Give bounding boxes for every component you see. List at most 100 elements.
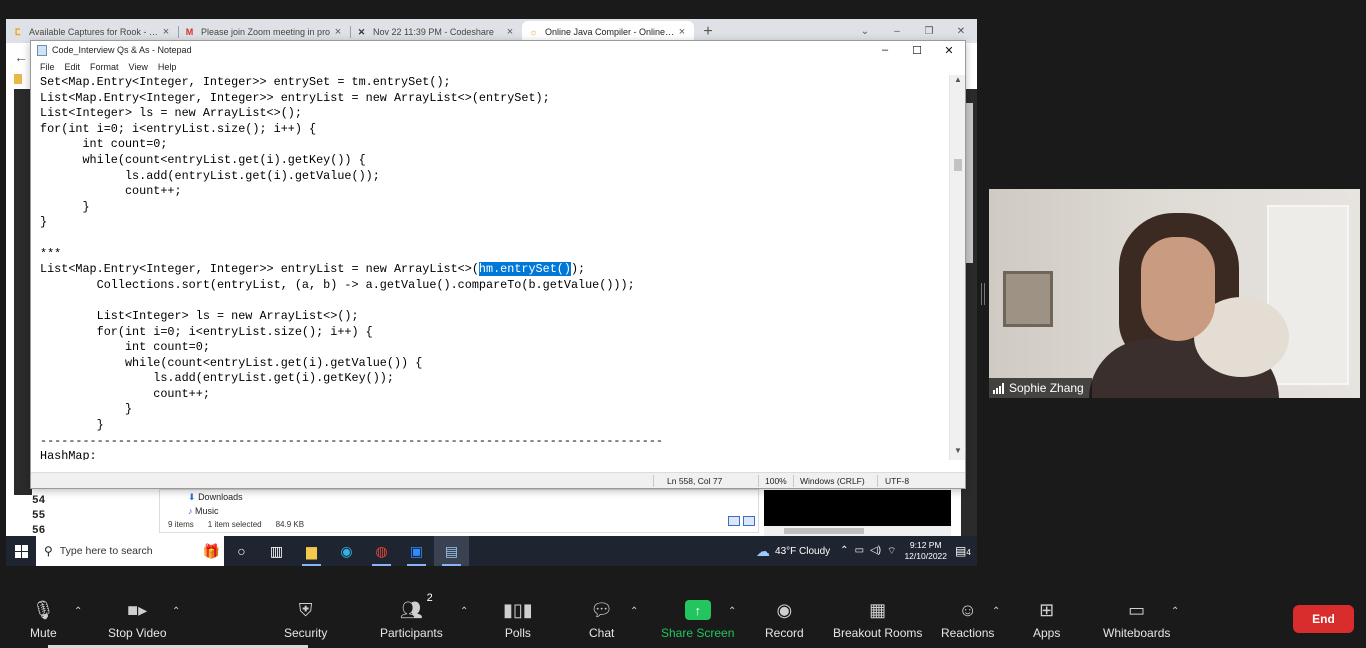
whiteboards-button[interactable]: ▭ Whiteboards [1103, 598, 1170, 644]
close-icon[interactable]: × [160, 26, 172, 38]
scroll-down-icon[interactable]: ▼ [950, 446, 966, 460]
zoom-app-icon[interactable]: ▣ [399, 536, 434, 566]
close-icon[interactable]: × [332, 26, 344, 38]
edge-icon[interactable]: ◉ [329, 536, 364, 566]
code-line: List<Integer> ls = new ArrayList<>(); [40, 106, 302, 121]
breakout-rooms-button[interactable]: ▦ Breakout Rooms [833, 598, 922, 644]
mute-button[interactable]: 🎙︎ Mute [30, 598, 57, 644]
system-tray: ☁ 43°F Cloudy ⌃ ▭ ◁) ⌔ 9:12 PM 12/10/202… [756, 536, 977, 566]
taskbar-clock[interactable]: 9:12 PM 12/10/2022 [904, 540, 947, 562]
leetcode-icon: ⵎ [14, 26, 21, 37]
polls-button[interactable]: ▮▯▮ Polls [503, 598, 533, 644]
notepad-text-area[interactable]: Set<Map.Entry<Integer, Integer>> entrySe… [31, 75, 951, 460]
chevron-down-icon[interactable]: ⌄ [849, 26, 881, 37]
code-line: } [40, 418, 104, 433]
encoding: UTF-8 [885, 476, 910, 486]
cloud-icon: ☁ [756, 542, 771, 559]
shield-icon: ⛨ [298, 599, 313, 620]
chevron-up-icon[interactable]: ⌃ [1171, 606, 1179, 617]
bookmark-folder-icon[interactable] [14, 74, 22, 84]
breakout-rooms-icon: ▦ [869, 599, 887, 620]
participant-video[interactable]: Sophie Zhang [989, 189, 1360, 398]
code-line: count++; [40, 386, 210, 401]
end-meeting-button[interactable]: End [1293, 605, 1354, 633]
code-line: List<Map.Entry<Integer, Integer>> entryL… [40, 90, 550, 105]
close-icon[interactable]: × [504, 26, 516, 38]
tab-title: Available Captures for Rook - Lee [29, 27, 160, 37]
start-button[interactable] [6, 536, 36, 566]
chevron-up-icon[interactable]: ⌃ [992, 606, 1000, 617]
notepad-title: Code_Interview Qs & As - Notepad [52, 45, 192, 55]
battery-icon[interactable]: ▭ [855, 545, 864, 558]
cursor-position: Ln 558, Col 77 [667, 476, 723, 486]
signal-strength-icon [993, 382, 1004, 394]
back-arrow-icon[interactable]: ← [14, 49, 28, 65]
chat-button[interactable]: 💬︎ Chat [589, 598, 614, 644]
code-line: while(count<entryList.get(i).getValue())… [40, 355, 423, 370]
share-screen-label: Share Screen [661, 626, 735, 640]
code-line: int count=0; [40, 137, 168, 152]
code-line: count++; [40, 184, 182, 199]
item-label: Downloads [198, 492, 243, 502]
chevron-up-icon[interactable]: ⌃ [630, 606, 638, 617]
code-line: for(int i=0; i<entryList.size(); i++) { [40, 121, 317, 136]
restore-icon[interactable]: ❐ [913, 26, 945, 37]
security-label: Security [284, 626, 328, 640]
share-screen-button[interactable]: ↑ Share Screen [661, 598, 734, 644]
panel-splitter-handle[interactable] [981, 283, 985, 305]
explorer-item-downloads[interactable]: ⬇ Downloads [188, 492, 243, 503]
wifi-icon[interactable]: ⌔ [887, 545, 896, 558]
file-explorer-icon[interactable]: ▆ [294, 536, 329, 566]
cortana-icon[interactable]: ○ [224, 536, 259, 566]
status-divider [758, 475, 759, 487]
maximize-icon[interactable]: ☐ [901, 44, 933, 57]
volume-icon[interactable]: ◁) [870, 545, 881, 558]
apps-label: Apps [1033, 626, 1061, 640]
line-number: 54 [32, 495, 46, 507]
search-highlight-icon: 🎁 [202, 542, 220, 559]
menu-edit[interactable]: Edit [60, 62, 86, 72]
minimize-icon[interactable]: – [869, 44, 901, 57]
chrome-icon[interactable]: ◍ [364, 536, 399, 566]
close-icon[interactable]: ✕ [945, 26, 977, 37]
windows-icon [14, 544, 28, 558]
participants-button[interactable]: 👥︎ 2 Participants [380, 592, 443, 644]
menu-help[interactable]: Help [153, 62, 182, 72]
chevron-up-icon[interactable]: ⌃ [460, 606, 468, 617]
menu-file[interactable]: File [35, 62, 60, 72]
horizontal-scrollbar[interactable] [764, 526, 951, 536]
minimize-icon[interactable]: – [881, 26, 913, 37]
scroll-thumb[interactable] [965, 103, 973, 263]
weather-widget[interactable]: ☁ 43°F Cloudy [756, 543, 830, 560]
chevron-up-icon[interactable]: ⌃ [840, 545, 848, 558]
record-button[interactable]: ◉ Record [765, 598, 804, 644]
scroll-thumb[interactable] [954, 159, 962, 171]
code-line: ls.add(entryList.get(i).getKey()); [40, 371, 394, 386]
reactions-button[interactable]: ☺ Reactions [941, 598, 994, 644]
apps-button[interactable]: ⊞ Apps [1033, 598, 1060, 644]
close-icon[interactable]: × [676, 26, 688, 38]
notification-icon[interactable]: ▤4 [955, 544, 973, 558]
taskbar-search[interactable]: ⚲ Type here to search 🎁 [36, 536, 224, 566]
stop-video-button[interactable]: ■▸ Stop Video [108, 598, 167, 644]
tiles-view-icon[interactable] [743, 516, 755, 526]
notepad-taskbar-icon[interactable]: ▤ [434, 536, 469, 566]
notepad-vertical-scrollbar[interactable]: ▲ ▼ [949, 75, 965, 460]
stop-video-label: Stop Video [108, 626, 167, 640]
chevron-up-icon[interactable]: ⌃ [172, 606, 180, 617]
security-button[interactable]: ⛨ Security [284, 598, 327, 644]
whiteboards-label: Whiteboards [1103, 626, 1171, 640]
chevron-up-icon[interactable]: ⌃ [728, 606, 736, 617]
menu-view[interactable]: View [124, 62, 153, 72]
menu-format[interactable]: Format [85, 62, 124, 72]
close-icon[interactable]: ✕ [933, 44, 965, 57]
scroll-up-icon[interactable]: ▲ [950, 75, 966, 89]
details-view-icon[interactable] [728, 516, 740, 526]
task-view-icon[interactable]: ▥ [259, 536, 294, 566]
search-placeholder: Type here to search [59, 545, 153, 557]
scroll-thumb[interactable] [784, 528, 864, 534]
code-line: Collections.sort(entryList, (a, b) -> a.… [40, 277, 635, 292]
code-after-selection: ); [570, 262, 586, 277]
chevron-up-icon[interactable]: ⌃ [74, 606, 82, 617]
explorer-item-music[interactable]: ♪ Music [188, 506, 219, 516]
